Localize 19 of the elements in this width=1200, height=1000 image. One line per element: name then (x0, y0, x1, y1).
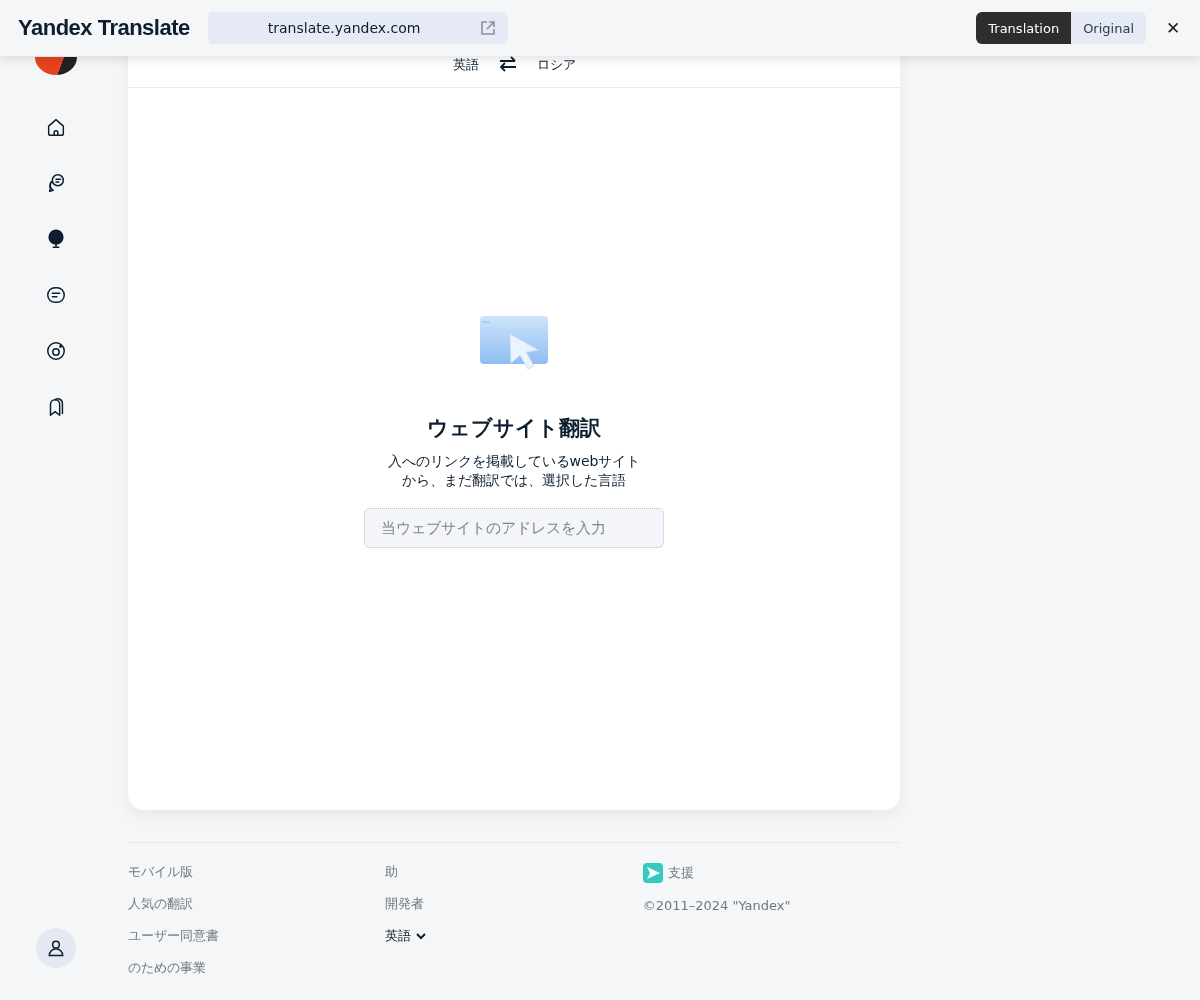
description-text: 入へのリンクを掲載しているwebサイト (387, 452, 641, 471)
support-link[interactable]: 支援 (667, 864, 694, 882)
description-text: から、まだ翻訳では、選択した言語 (402, 471, 626, 490)
url-field[interactable]: translate.yandex.com (207, 12, 508, 44)
footer-link[interactable]: モバイル版 (128, 863, 193, 881)
url-input-field[interactable]: 当ウェブサイトのアドレスを入力 (364, 508, 664, 548)
logo-text: Yandex Translate (18, 15, 190, 41)
language-dropdown[interactable]: 英語 (385, 927, 428, 945)
source-language[interactable]: 英語 (452, 57, 479, 72)
footer-link[interactable]: のための事業 (128, 959, 206, 977)
footer-link[interactable]: ユーザー同意書 (128, 927, 219, 945)
section-title: ウェブサイト翻訳 (427, 415, 601, 442)
footer-link[interactable]: 助 (385, 863, 399, 881)
footer-link[interactable]: 人気の翻訳 (128, 895, 193, 913)
copyright-text: ©2011–2024 "Yandex" (642, 897, 791, 915)
footer-link[interactable]: 開発者 (385, 895, 425, 913)
view-tab[interactable]: Translation (976, 12, 1072, 44)
close-button[interactable]: ✕ (1162, 17, 1184, 39)
target-language[interactable]: ロシア (536, 57, 576, 72)
